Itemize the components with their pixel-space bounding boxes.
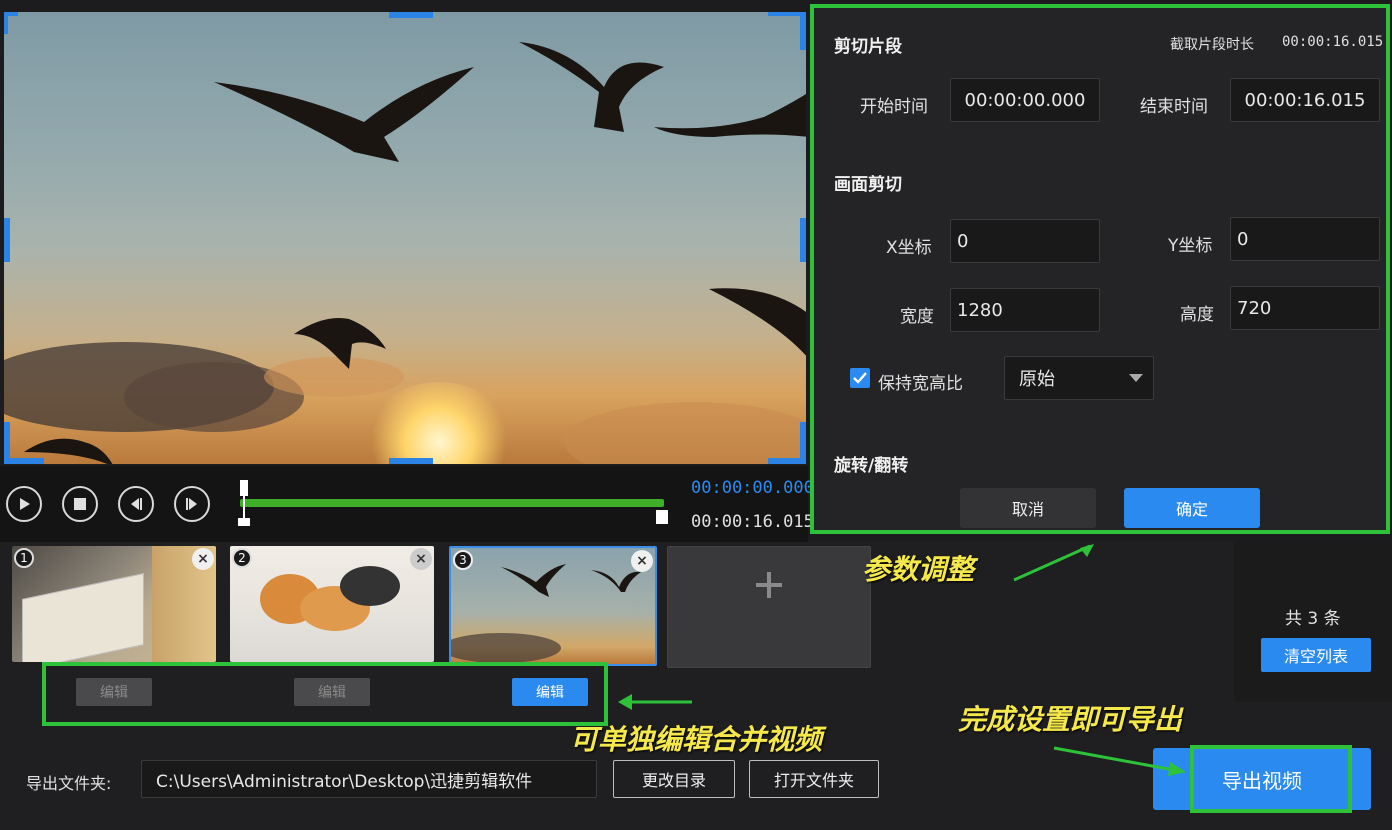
next-frame-button[interactable]: [174, 486, 210, 522]
clear-list-button[interactable]: 清空列表: [1261, 638, 1371, 672]
bird-shape: [501, 564, 641, 597]
crop-handle[interactable]: [800, 12, 806, 50]
sun: [364, 382, 514, 464]
arrow-icon: [1053, 746, 1186, 776]
ratio-select[interactable]: 原始: [1004, 356, 1154, 400]
crop-handle[interactable]: [800, 218, 806, 262]
play-button[interactable]: [6, 486, 42, 522]
prev-frame-button[interactable]: [118, 486, 154, 522]
end-time: 00:00:16.015: [691, 512, 814, 532]
bird-shape: [519, 42, 664, 132]
crop-handle[interactable]: [4, 12, 8, 34]
prev-frame-icon: [131, 498, 142, 510]
export-highlight: [1190, 745, 1352, 813]
y-input[interactable]: 0: [1230, 217, 1380, 261]
change-dir-button[interactable]: 更改目录: [613, 760, 735, 798]
clip-thumbnail-1[interactable]: 1 ×: [12, 546, 216, 662]
arrow-icon: [618, 694, 692, 710]
clip-number: 2: [232, 548, 252, 568]
clip-count: 共 3 条: [1285, 609, 1341, 629]
end-marker[interactable]: [656, 500, 668, 528]
keep-ratio-label: 保持宽高比: [878, 374, 963, 394]
play-icon: [20, 498, 30, 510]
timeline-range[interactable]: [240, 499, 664, 507]
height-label: 高度: [1180, 305, 1214, 325]
bird-shape: [654, 93, 806, 137]
add-clip-button[interactable]: [667, 546, 871, 668]
book-shape: [22, 573, 144, 662]
section-cut-title: 剪切片段: [834, 37, 902, 57]
stop-icon: [74, 498, 86, 510]
clip-thumbnail-3[interactable]: 3 ×: [449, 546, 657, 666]
end-time-input[interactable]: 00:00:16.015: [1230, 78, 1380, 122]
transport-bar: 00:00:00.000 00:00:16.015: [0, 466, 814, 542]
bird-shape: [294, 318, 386, 369]
duration-value: 00:00:16.015: [1282, 34, 1384, 50]
height-input[interactable]: 720: [1230, 286, 1380, 330]
bird-shape: [214, 67, 474, 162]
section-rotate-title: 旋转/翻转: [834, 456, 909, 476]
end-time-label: 结束时间: [1140, 97, 1208, 117]
width-label: 宽度: [900, 307, 934, 327]
video-preview: [4, 12, 806, 464]
y-label: Y坐标: [1168, 236, 1213, 256]
clip-number: 1: [14, 548, 34, 568]
crop-handle[interactable]: [4, 218, 10, 262]
plus-icon: [756, 572, 782, 598]
remove-clip-icon[interactable]: ×: [410, 548, 432, 570]
x-label: X坐标: [886, 238, 932, 258]
confirm-button[interactable]: 确定: [1124, 488, 1260, 528]
section-crop-title: 画面剪切: [834, 175, 902, 195]
cloud: [451, 633, 561, 663]
clip-number: 3: [453, 550, 473, 570]
crop-handle[interactable]: [389, 458, 433, 464]
annotation-params: 参数调整: [862, 553, 975, 586]
arrow-icon: [1013, 544, 1094, 582]
duration-label: 截取片段时长: [1170, 37, 1254, 53]
start-marker[interactable]: [238, 480, 250, 526]
check-icon: [853, 372, 867, 384]
stop-button[interactable]: [62, 486, 98, 522]
export-folder-path[interactable]: C:\Users\Administrator\Desktop\迅捷剪辑软件: [141, 760, 597, 798]
current-time: 00:00:00.000: [691, 478, 814, 498]
crop-handle[interactable]: [4, 458, 44, 464]
remove-clip-icon[interactable]: ×: [192, 548, 214, 570]
crop-handle[interactable]: [389, 12, 433, 18]
bird-shape: [709, 288, 806, 356]
annotation-done: 完成设置即可导出: [958, 703, 1183, 736]
clip-thumbnail-2[interactable]: 2 ×: [230, 546, 434, 662]
x-input[interactable]: 0: [950, 219, 1100, 263]
ratio-select-value: 原始: [1019, 369, 1055, 390]
settings-panel: 剪切片段 截取片段时长 00:00:16.015 开始时间 00:00:00.0…: [810, 4, 1390, 534]
edit-buttons-highlight: [42, 662, 608, 726]
next-frame-icon: [186, 498, 197, 510]
clip-list: 1 × 2 × 3 × 编辑 编辑 编辑 共 3 条 清空列表 导出文件夹: C…: [0, 542, 1392, 830]
cancel-button[interactable]: 取消: [960, 488, 1096, 528]
start-time-label: 开始时间: [860, 97, 928, 117]
keep-ratio-checkbox[interactable]: [850, 368, 870, 388]
annotation-edit-each: 可单独编辑合并视频: [570, 723, 823, 756]
cloud: [564, 402, 806, 464]
remove-clip-icon[interactable]: ×: [631, 550, 653, 572]
width-input[interactable]: 1280: [950, 288, 1100, 332]
open-folder-button[interactable]: 打开文件夹: [749, 760, 879, 798]
chevron-down-icon: [1129, 374, 1143, 382]
crop-handle[interactable]: [800, 422, 806, 464]
start-time-input[interactable]: 00:00:00.000: [950, 78, 1100, 122]
kitten-shape: [340, 566, 400, 606]
export-folder-label: 导出文件夹:: [26, 774, 112, 793]
